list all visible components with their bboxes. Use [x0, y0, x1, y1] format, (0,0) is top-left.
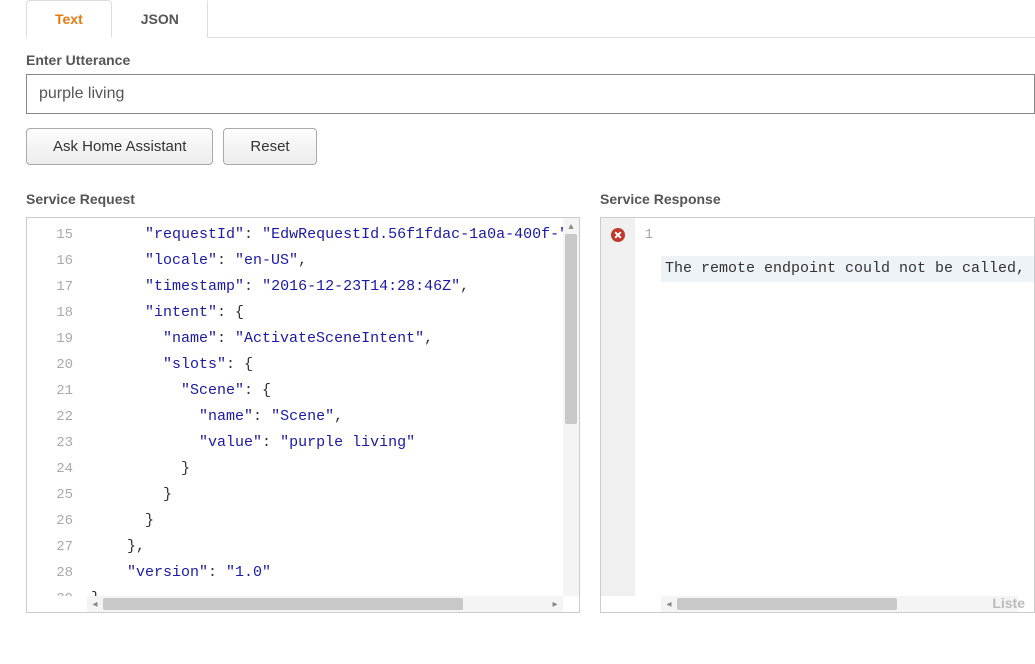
response-title: Service Response — [600, 191, 1035, 207]
response-error-gutter — [601, 218, 635, 596]
line-number: 25 — [27, 482, 87, 508]
response-horizontal-scrollbar[interactable]: ◂ — [661, 596, 1018, 612]
scroll-thumb[interactable] — [103, 598, 463, 610]
code-line: "locale": "en-US", — [87, 248, 579, 274]
line-number: 20 — [27, 352, 87, 378]
code-line: "slots": { — [87, 352, 579, 378]
request-editor[interactable]: 151617181920212223242526272829 "requestI… — [26, 217, 580, 613]
code-line: } — [87, 508, 579, 534]
reset-button[interactable]: Reset — [223, 128, 316, 165]
scroll-left-arrow[interactable]: ◂ — [661, 596, 677, 612]
tab-bar: Text JSON — [26, 0, 1035, 38]
line-number: 19 — [27, 326, 87, 352]
code-line: "intent": { — [87, 300, 579, 326]
response-line-gutter: 1 — [635, 218, 661, 596]
utterance-input[interactable] — [26, 74, 1035, 114]
response-line: The remote endpoint could not be called, — [661, 256, 1034, 282]
code-line: "timestamp": "2016-12-23T14:28:46Z", — [87, 274, 579, 300]
response-editor[interactable]: 1 The remote endpoint could not be calle… — [600, 217, 1035, 613]
code-line: } — [87, 482, 579, 508]
code-line: "requestId": "EdwRequestId.56f1fdac-1a0a… — [87, 222, 579, 248]
utterance-label: Enter Utterance — [26, 52, 1035, 68]
response-code[interactable]: The remote endpoint could not be called, — [661, 218, 1034, 596]
tab-json[interactable]: JSON — [112, 0, 208, 38]
code-line: }, — [87, 534, 579, 560]
request-title: Service Request — [26, 191, 580, 207]
scroll-thumb[interactable] — [677, 598, 897, 610]
request-horizontal-scrollbar[interactable]: ◂ ▸ — [87, 596, 563, 612]
error-icon — [611, 228, 625, 242]
code-line: } — [87, 586, 579, 596]
scroll-left-arrow[interactable]: ◂ — [87, 596, 103, 612]
scroll-thumb[interactable] — [565, 234, 577, 424]
code-line: "name": "ActivateSceneIntent", — [87, 326, 579, 352]
line-number: 29 — [27, 586, 87, 596]
line-number: 22 — [27, 404, 87, 430]
scroll-up-arrow[interactable]: ▴ — [563, 218, 579, 234]
line-number: 1 — [635, 222, 661, 248]
line-number: 24 — [27, 456, 87, 482]
line-number: 15 — [27, 222, 87, 248]
code-line: } — [87, 456, 579, 482]
code-line: "Scene": { — [87, 378, 579, 404]
line-number: 17 — [27, 274, 87, 300]
line-number: 28 — [27, 560, 87, 586]
code-line: "version": "1.0" — [87, 560, 579, 586]
tab-text[interactable]: Text — [26, 0, 112, 38]
line-number: 18 — [27, 300, 87, 326]
code-line: "value": "purple living" — [87, 430, 579, 456]
request-code[interactable]: "requestId": "EdwRequestId.56f1fdac-1a0a… — [87, 218, 579, 596]
line-number: 27 — [27, 534, 87, 560]
ask-button[interactable]: Ask Home Assistant — [26, 128, 213, 165]
line-number: 16 — [27, 248, 87, 274]
code-line: "name": "Scene", — [87, 404, 579, 430]
request-line-gutter: 151617181920212223242526272829 — [27, 218, 87, 596]
line-number: 23 — [27, 430, 87, 456]
line-number: 26 — [27, 508, 87, 534]
request-vertical-scrollbar[interactable]: ▴ — [563, 218, 579, 596]
scroll-right-arrow[interactable]: ▸ — [547, 596, 563, 612]
footer-partial-text: Liste — [992, 595, 1025, 611]
line-number: 21 — [27, 378, 87, 404]
